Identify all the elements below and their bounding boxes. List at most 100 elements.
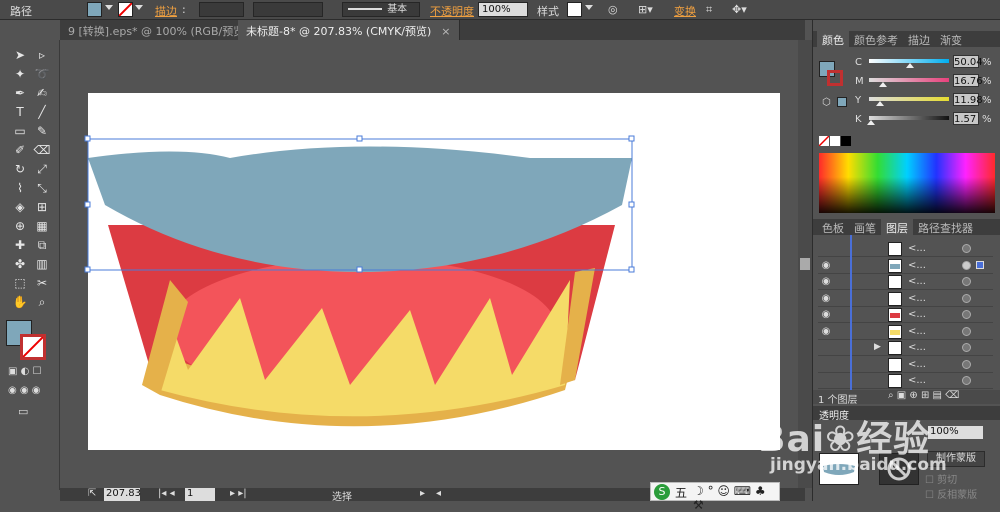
selection-handle[interactable] <box>628 201 635 208</box>
selection-handle[interactable] <box>356 135 363 142</box>
layer-name[interactable]: <... <box>908 375 926 386</box>
stroke-color-box[interactable] <box>827 70 843 86</box>
next-artboard-icon[interactable]: ▸ ▸| <box>230 488 247 499</box>
slider-value-y[interactable]: 11.98 <box>953 93 983 106</box>
selection-indicator[interactable] <box>976 260 984 269</box>
layer-target-icon[interactable] <box>962 293 971 303</box>
rectangle-tool-icon[interactable]: ▭ <box>10 122 30 140</box>
artwork[interactable] <box>60 40 798 488</box>
stroke-weight-select[interactable] <box>199 2 244 17</box>
color-spectrum[interactable] <box>819 153 995 213</box>
layer-target-icon[interactable] <box>962 310 971 319</box>
layer-target-icon[interactable] <box>962 376 971 385</box>
eyedropper-tool-icon[interactable]: ✚ <box>10 236 30 254</box>
layers-tab-2[interactable]: 图层 <box>881 219 913 235</box>
stroke-label[interactable]: 描边 <box>155 3 177 19</box>
visibility-eye-icon[interactable] <box>818 241 834 257</box>
slider-value-c[interactable]: 50.04 <box>953 55 983 68</box>
slider-knob-k[interactable] <box>867 120 876 125</box>
brush-definition-select[interactable]: 基本 <box>342 2 420 17</box>
expand-arrow-icon[interactable]: ▶ <box>874 342 881 352</box>
type-tool-icon[interactable]: T <box>10 103 30 121</box>
layer-name[interactable]: <... <box>908 359 926 370</box>
visibility-eye-icon[interactable]: ◉ <box>818 324 834 340</box>
layers-tab-0[interactable]: 色板 <box>817 219 849 235</box>
lasso-tool-icon[interactable]: ➰ <box>32 65 52 83</box>
layer-name[interactable]: <... <box>908 293 926 304</box>
arrange-icon[interactable]: ✥▾ <box>732 3 747 16</box>
layer-row[interactable]: ◉ <... <box>818 258 993 274</box>
layer-row[interactable]: ◉ <... <box>818 324 993 340</box>
layer-name[interactable]: <... <box>908 276 926 287</box>
ime-tools-icons[interactable]: ☽ ° ☺ ⌨ ♣ ⚒ <box>693 484 779 512</box>
rotate-tool-icon[interactable]: ↻ <box>10 160 30 178</box>
align-icon[interactable]: ⊞▾ <box>638 3 653 16</box>
stroke-color-box[interactable] <box>20 334 46 360</box>
layer-row[interactable]: <... <box>818 357 993 373</box>
slider-knob-m[interactable] <box>879 82 888 87</box>
status-arrow-icon[interactable]: ▸ <box>420 488 425 499</box>
visibility-eye-icon[interactable]: ◉ <box>818 307 834 323</box>
bowl-illustration[interactable] <box>88 146 632 427</box>
layer-target-icon[interactable] <box>962 260 971 270</box>
perspective-tool-icon[interactable]: ⊞ <box>32 198 52 216</box>
color-tab-0[interactable]: 颜色 <box>817 31 849 47</box>
layer-actions-icons[interactable]: ⌕ ▣ ⊕ ⊞ ▤ ⌫ <box>888 390 959 401</box>
warp-tool-icon[interactable]: ⌇ <box>10 179 30 197</box>
opacity-input[interactable]: 100% <box>478 2 528 17</box>
chevron-down-icon[interactable] <box>105 5 113 10</box>
out-of-gamut-icon[interactable]: ⬡ <box>822 97 831 108</box>
tab-document-2[interactable]: 未标题-8* @ 207.83% (CMYK/预览) × <box>238 20 460 40</box>
layer-target-icon[interactable] <box>962 326 971 336</box>
direct-select-tool-icon[interactable]: ▹ <box>32 46 52 64</box>
pencil-tool-icon[interactable]: ✐ <box>10 141 30 159</box>
layer-name[interactable]: <... <box>908 243 926 254</box>
gamut-swatch[interactable] <box>837 97 847 107</box>
pen-tool-icon[interactable]: ✒ <box>10 84 30 102</box>
horizontal-scroll-left-icon[interactable]: ◂ <box>436 488 441 499</box>
close-icon[interactable]: × <box>441 25 450 38</box>
slider-value-k[interactable]: 1.57 <box>953 112 979 125</box>
color-tab-1[interactable]: 颜色参考 <box>849 31 903 47</box>
prev-artboard-icon[interactable]: |◂ ◂ <box>158 488 175 499</box>
transparency-opacity-input[interactable]: 100% <box>928 426 983 439</box>
selection-handle[interactable] <box>628 266 635 273</box>
none-swatch[interactable] <box>818 135 830 147</box>
layer-name[interactable]: <... <box>908 309 926 320</box>
graph-tool-icon[interactable]: ▥ <box>32 255 52 273</box>
ime-mode-label[interactable]: 五 <box>675 484 687 501</box>
layer-name[interactable]: <... <box>908 260 926 271</box>
layer-row[interactable]: ◉ <... <box>818 291 993 307</box>
layer-row[interactable]: ▶ <... <box>818 340 993 356</box>
zoom-tool-icon[interactable]: ⌕ <box>32 293 52 311</box>
magic-wand-tool-icon[interactable]: ✦ <box>10 65 30 83</box>
visibility-eye-icon[interactable] <box>818 373 834 389</box>
screen-mode-icon[interactable]: ▭ <box>18 405 38 418</box>
shape-builder-tool-icon[interactable]: ◈ <box>10 198 30 216</box>
color-tab-3[interactable]: 渐变 <box>935 31 967 47</box>
transform-label[interactable]: 变换 <box>674 3 696 19</box>
hand-tool-icon[interactable]: ✋ <box>10 293 30 311</box>
layer-target-icon[interactable] <box>962 277 971 286</box>
slider-knob-c[interactable] <box>906 63 915 68</box>
eraser-tool-icon[interactable]: ⌫ <box>32 141 52 159</box>
visibility-eye-icon[interactable]: ◉ <box>818 274 834 290</box>
ime-toolbar[interactable]: S 五 ☽ ° ☺ ⌨ ♣ ⚒ <box>650 482 780 512</box>
color-fill-stroke[interactable] <box>819 53 843 86</box>
layers-tab-1[interactable]: 画笔 <box>849 219 881 235</box>
color-tab-2[interactable]: 描边 <box>903 31 935 47</box>
gradient-tool-icon[interactable]: ▦ <box>32 217 52 235</box>
select-tool-icon[interactable]: ➤ <box>10 46 30 64</box>
slider-track-k[interactable] <box>869 116 949 120</box>
selection-handle[interactable] <box>356 266 363 273</box>
style-swatch[interactable] <box>567 2 582 17</box>
recolor-icon[interactable]: ◎ <box>608 3 618 16</box>
layers-tab-3[interactable]: 路径查找器 <box>913 219 978 235</box>
visibility-eye-icon[interactable] <box>818 357 834 373</box>
layer-target-icon[interactable] <box>962 343 971 352</box>
drawing-mode-buttons[interactable]: ◉ ◉ ◉ <box>8 385 52 397</box>
scroll-thumb[interactable] <box>800 258 810 270</box>
artboard-tool-icon[interactable]: ⬚ <box>10 274 30 292</box>
visibility-eye-icon[interactable]: ◉ <box>818 291 834 307</box>
variable-width-select[interactable] <box>253 2 323 17</box>
